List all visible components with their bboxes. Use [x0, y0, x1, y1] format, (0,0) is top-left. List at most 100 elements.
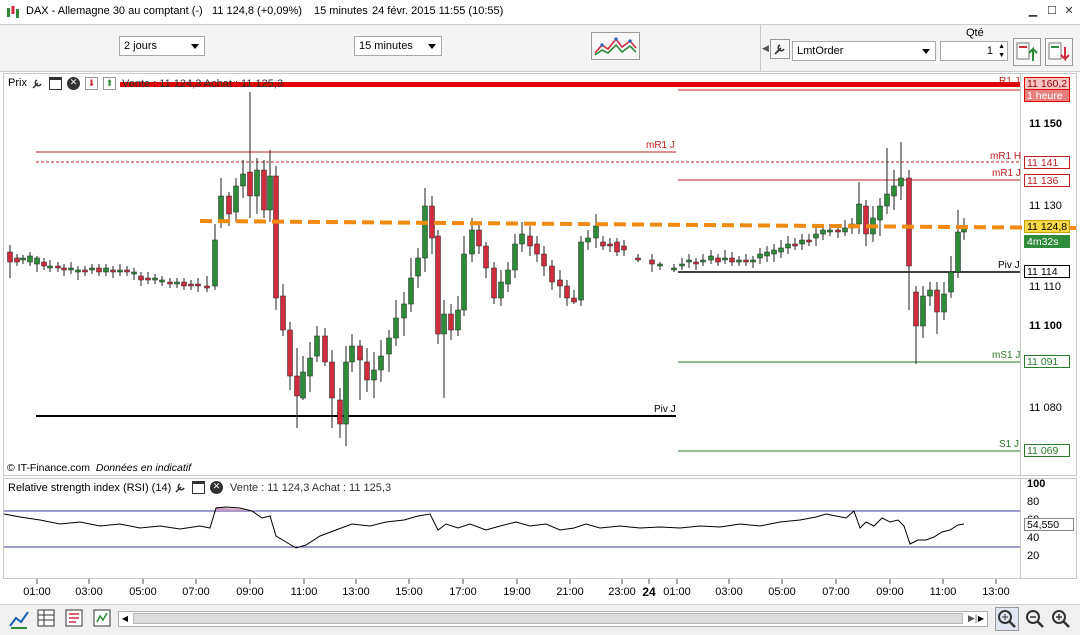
time-label: 24 — [642, 585, 656, 599]
time-label: 07:00 — [822, 586, 850, 598]
price-tick: 11 100 — [1029, 320, 1063, 332]
candle-body — [512, 243, 518, 271]
candle-body — [393, 317, 399, 339]
mr1-price-tag: 11 136 — [1024, 174, 1070, 187]
candle-body — [204, 285, 210, 289]
wrench-icon[interactable] — [173, 480, 187, 494]
candle-body — [294, 375, 300, 397]
candle-body — [212, 239, 218, 287]
zoom-fit-button[interactable] — [995, 607, 1019, 631]
price-panel-info: Vente : 11 124,3 Achat : 11 125,3 — [122, 78, 284, 90]
candle-body — [349, 345, 355, 363]
candle-body — [455, 309, 461, 331]
candle-body — [96, 267, 102, 273]
move-down-icon[interactable]: ⬇ — [85, 77, 98, 90]
candle-body — [771, 249, 777, 255]
move-up-icon[interactable]: ⬆ — [103, 77, 116, 90]
candle-body — [549, 265, 555, 283]
candle-body — [700, 259, 706, 263]
candle-body — [491, 267, 497, 299]
candle-body — [7, 251, 13, 263]
candle-body — [813, 233, 819, 239]
candle-body — [557, 279, 563, 287]
scroll-end-icon[interactable]: ▶| — [968, 613, 977, 624]
indicators-icon[interactable] — [92, 608, 112, 628]
candle-body — [75, 269, 81, 273]
time-label: 09:00 — [876, 586, 904, 598]
candle-body — [371, 369, 377, 381]
price-tick: 11 110 — [1029, 281, 1062, 293]
candle-body — [757, 253, 763, 259]
mr1-label-day2: mR1 J — [992, 168, 1021, 179]
candle-body — [607, 243, 613, 247]
candle-body — [693, 261, 699, 265]
scroll-left-icon[interactable]: ◀ — [119, 612, 131, 626]
candle-body — [842, 227, 848, 233]
candle-body — [27, 255, 33, 263]
time-label: 05:00 — [129, 586, 157, 598]
candle-body — [110, 269, 116, 273]
candle-body — [89, 267, 95, 271]
zoom-out-icon[interactable] — [1050, 608, 1072, 630]
horizontal-scrollbar[interactable]: ◀ ▶ — [118, 611, 988, 627]
zoom-in-icon[interactable] — [1024, 608, 1046, 630]
candle-body — [415, 257, 421, 277]
candle-body — [948, 271, 954, 293]
price-tick: 11 080 — [1029, 402, 1062, 414]
candle-body — [729, 257, 735, 263]
scrollbar-thumb[interactable] — [133, 613, 963, 624]
time-label: 19:00 — [503, 586, 531, 598]
candle-body — [307, 357, 313, 377]
candle-body — [649, 259, 655, 265]
candle-body — [322, 335, 328, 363]
candle-body — [47, 265, 53, 269]
candle-body — [152, 277, 158, 281]
candlestick-series — [7, 92, 967, 446]
candle-body — [863, 205, 869, 235]
s1-label: S1 J — [999, 439, 1020, 450]
mr1-hourly-price-tag: 11 141 — [1024, 156, 1070, 169]
candle-body — [195, 283, 201, 287]
time-label: 23:00 — [608, 586, 636, 598]
time-label: 11:00 — [929, 586, 957, 598]
candle-body — [267, 175, 273, 211]
candle-body — [124, 269, 130, 273]
draw-tools-icon[interactable] — [8, 608, 30, 630]
zoom-fit-icon — [998, 610, 1016, 628]
candle-body — [386, 337, 392, 355]
candle-body — [541, 253, 547, 267]
candle-body — [55, 265, 61, 269]
candle-body — [378, 355, 384, 371]
candle-body — [247, 171, 253, 197]
time-label: 13:00 — [342, 586, 370, 598]
candle-body — [138, 275, 144, 281]
candle-body — [483, 245, 489, 269]
candle-body — [820, 229, 826, 235]
rsi-value-tag: 54,550 — [1024, 518, 1074, 531]
table-icon[interactable] — [36, 608, 56, 628]
copyright-text: © IT-Finance.com Données en indicatif — [7, 462, 191, 474]
candle-body — [181, 281, 187, 287]
candle-body — [792, 243, 798, 247]
window-icon[interactable] — [49, 77, 62, 90]
candle-body — [686, 259, 692, 263]
candle-body — [920, 295, 926, 327]
orders-icon[interactable] — [64, 608, 84, 628]
time-label: 11:00 — [290, 586, 318, 598]
time-label: 17:00 — [449, 586, 477, 598]
candle-body — [429, 205, 435, 239]
candle-body — [287, 329, 293, 377]
wrench-icon[interactable] — [30, 76, 44, 90]
time-label: 13:00 — [982, 586, 1010, 598]
window-icon[interactable] — [192, 481, 205, 494]
candle-body — [469, 229, 475, 255]
candle-body — [614, 241, 620, 253]
close-icon[interactable]: ✕ — [67, 77, 80, 90]
candle-body — [715, 257, 721, 263]
time-label: 21:00 — [556, 586, 584, 598]
candle-body — [448, 313, 454, 331]
price-tick: 11 130 — [1029, 200, 1062, 212]
candle-body — [188, 283, 194, 287]
candle-body — [671, 267, 677, 271]
close-icon[interactable]: ✕ — [210, 481, 223, 494]
